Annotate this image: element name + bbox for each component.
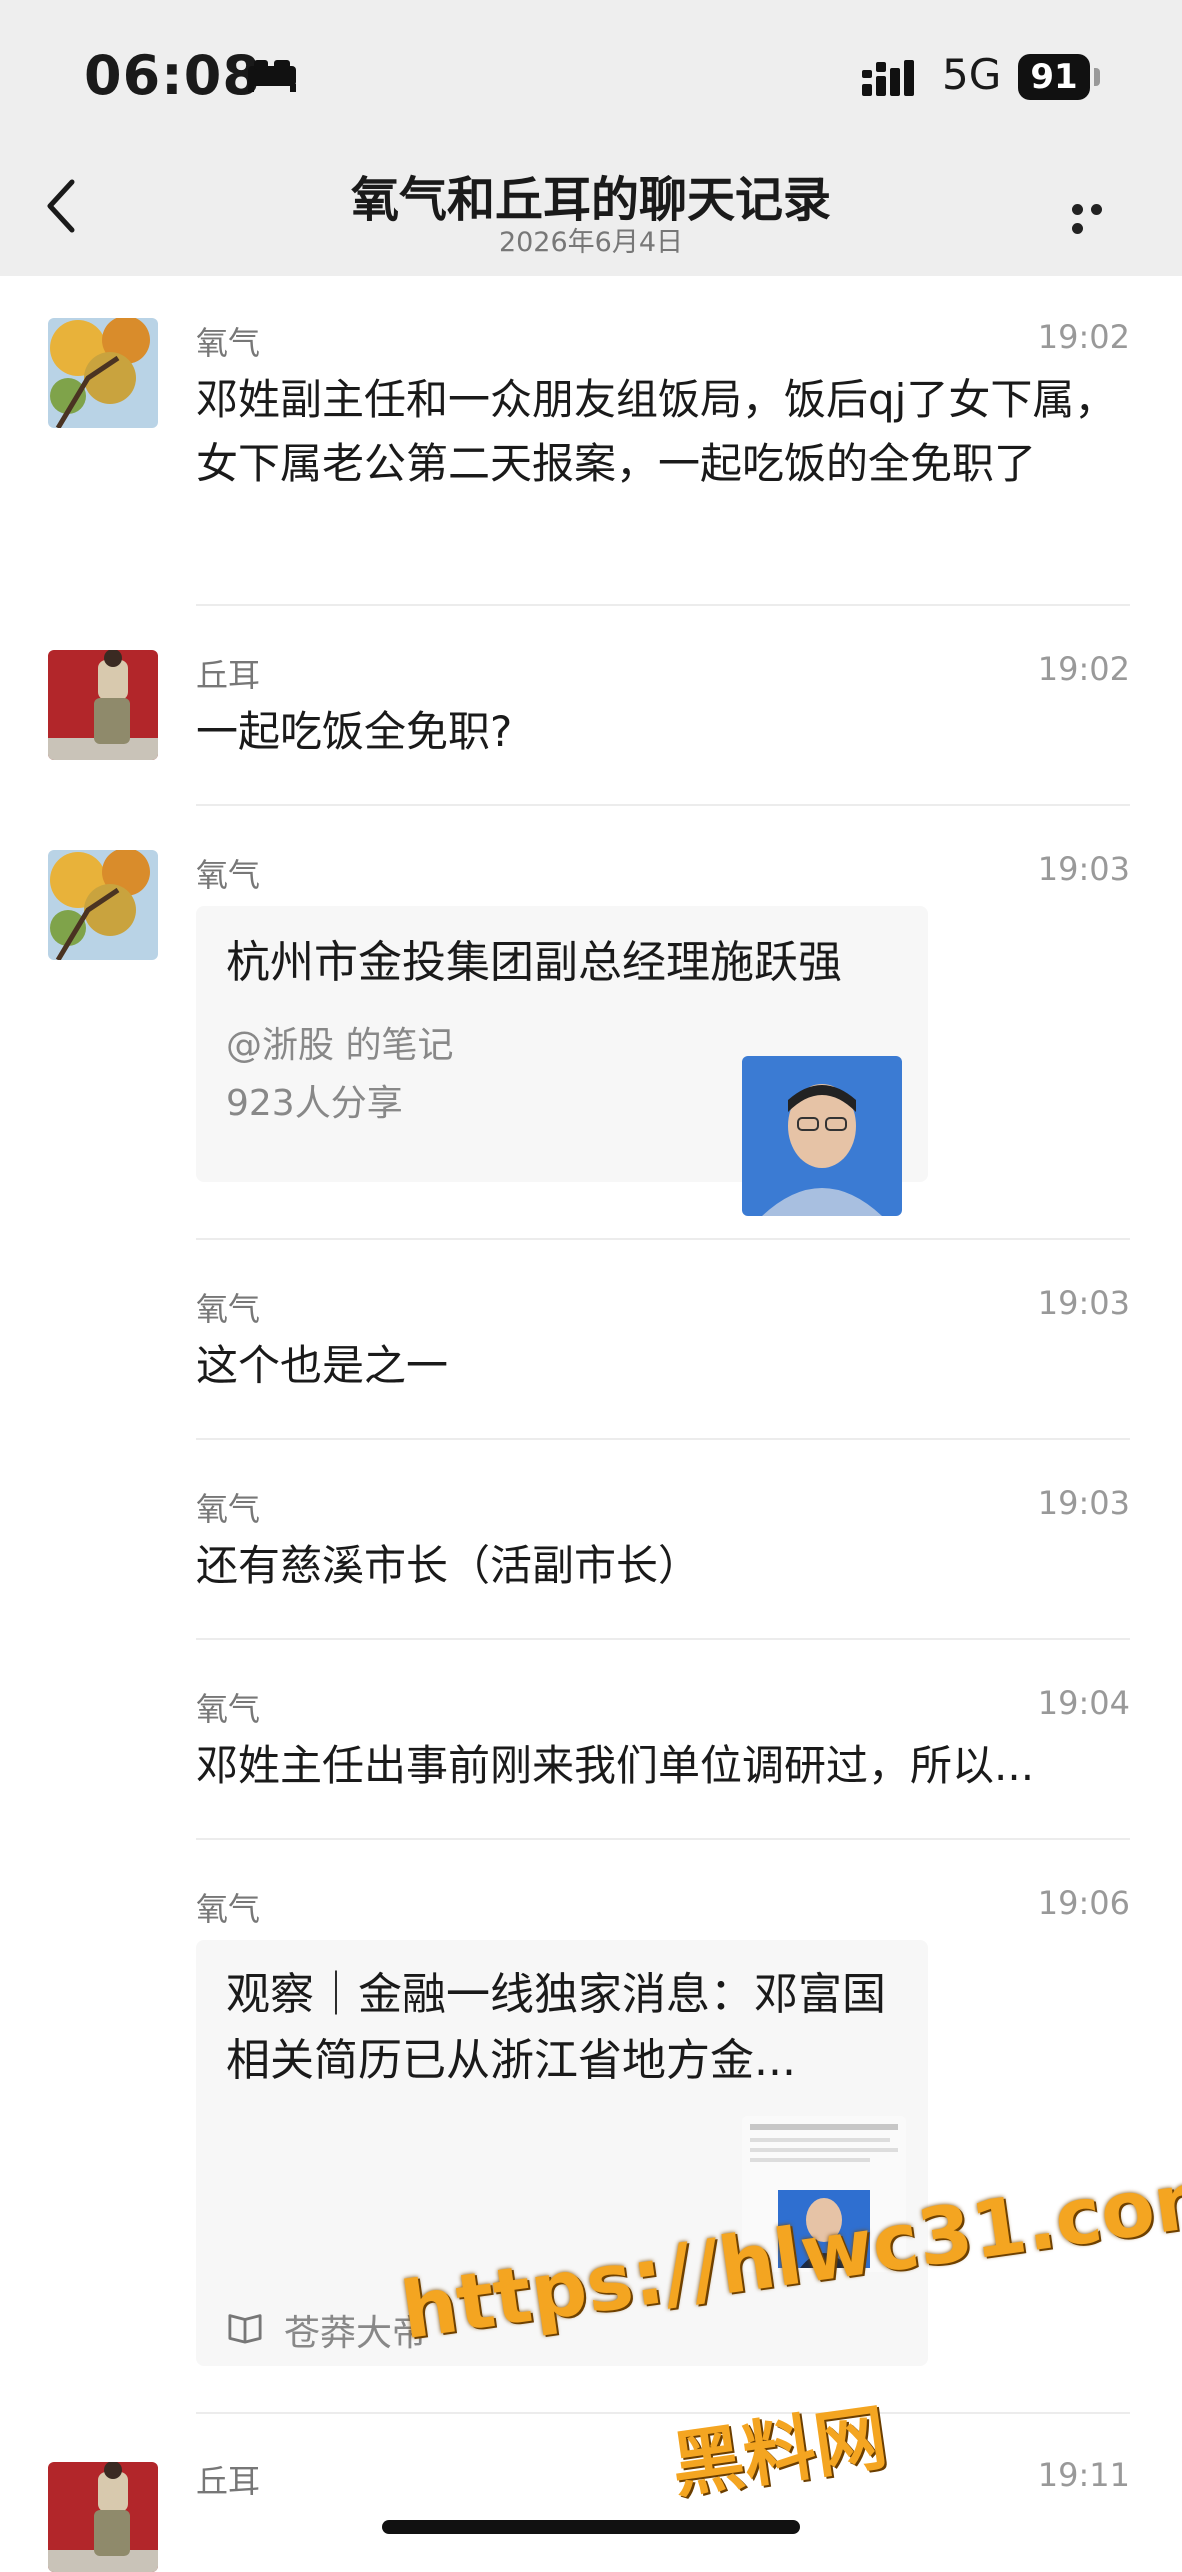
divider (196, 1838, 1130, 1840)
shared-note-card[interactable]: 杭州市金投集团副总经理施跃强 @浙股 的笔记 923人分享 (196, 906, 928, 1216)
card-source: @浙股 的笔记 (226, 1025, 454, 1066)
chat-message: 氧气 19:04 邓姓主任出事前刚来我们单位调研过，所以... (0, 1684, 1182, 1794)
message-text: 这个也是之一 (196, 1341, 449, 1390)
card-shares: 923人分享 (226, 1083, 403, 1124)
battery-indicator: 91 (1018, 54, 1090, 100)
chat-message: 氧气 19:03 还有慈溪市长（活副市长） (0, 1484, 1182, 1594)
sender-name: 氧气 (196, 1690, 261, 1728)
card-title: 杭州市金投集团副总经理施跃强 (226, 937, 842, 988)
portrait-image (742, 1056, 902, 1216)
sender-name: 氧气 (196, 324, 261, 362)
status-bar: 06:08 5G 91 (0, 0, 1182, 150)
home-indicator[interactable] (382, 2520, 800, 2534)
message-text: 一起吃饭全免职? (196, 707, 513, 756)
divider (196, 604, 1130, 606)
card-thumbnail (742, 1056, 902, 1216)
divider (196, 1638, 1130, 1640)
divider (196, 1238, 1130, 1240)
sender-name: 氧气 (196, 856, 261, 894)
avatar-qiuer[interactable] (48, 2462, 158, 2572)
card-title: 观察｜金融一线独家消息：邓富国相关简历已从浙江省地方金... (226, 1969, 886, 2086)
sleep-mode-icon (248, 60, 296, 92)
message-time: 19:03 (1037, 850, 1130, 888)
avatar-yangqi[interactable] (48, 318, 158, 428)
chat-message: 氧气 19:03 这个也是之一 (0, 1284, 1182, 1394)
sender-name: 氧气 (196, 1890, 261, 1928)
autumn-tree-image (48, 850, 158, 960)
message-time: 19:03 (1037, 1284, 1130, 1322)
signal-icon (862, 60, 914, 96)
sender-name: 氧气 (196, 1490, 261, 1528)
sender-name: 丘耳 (196, 2462, 261, 2500)
message-time: 19:06 (1037, 1884, 1130, 1922)
chat-message: 丘耳 19:02 一起吃饭全免职? (0, 650, 1182, 770)
battery-tip (1094, 68, 1100, 86)
chat-message: 氧气 19:02 邓姓副主任和一众朋友组饭局，饭后qj了女下属，女下属老公第二天… (0, 318, 1182, 598)
message-time: 19:02 (1037, 650, 1130, 688)
page-subtitle: 2026年6月4日 (498, 227, 684, 258)
nav-bar: 氧气和丘耳的聊天记录 2026年6月4日 (0, 150, 1182, 276)
person-red-wall-image (48, 650, 158, 760)
book-icon (228, 2314, 262, 2344)
avatar-qiuer[interactable] (48, 650, 158, 760)
avatar-yangqi[interactable] (48, 850, 158, 960)
more-options-icon[interactable] (1072, 200, 1128, 234)
chat-message: 氧气 19:03 杭州市金投集团副总经理施跃强 @浙股 的笔记 923人分享 (0, 850, 1182, 1216)
sender-name: 丘耳 (196, 656, 261, 694)
status-time: 06:08 (84, 44, 261, 107)
divider (196, 1438, 1130, 1440)
chat-message: 丘耳 19:11 (0, 2456, 1182, 2572)
autumn-tree-image (48, 318, 158, 428)
divider (196, 804, 1130, 806)
message-time: 19:02 (1037, 318, 1130, 356)
message-text: 邓姓副主任和一众朋友组饭局，饭后qj了女下属，女下属老公第二天报案，一起吃饭的全… (196, 375, 1117, 488)
message-time: 19:03 (1037, 1484, 1130, 1522)
network-type: 5G (942, 50, 1002, 99)
message-text: 还有慈溪市长（活副市长） (196, 1541, 701, 1590)
message-time: 19:11 (1037, 2456, 1130, 2494)
divider (196, 2412, 1130, 2414)
message-time: 19:04 (1037, 1684, 1130, 1722)
message-text: 邓姓主任出事前刚来我们单位调研过，所以... (196, 1741, 1035, 1790)
sender-name: 氧气 (196, 1290, 261, 1328)
person-red-wall-image (48, 2462, 158, 2572)
